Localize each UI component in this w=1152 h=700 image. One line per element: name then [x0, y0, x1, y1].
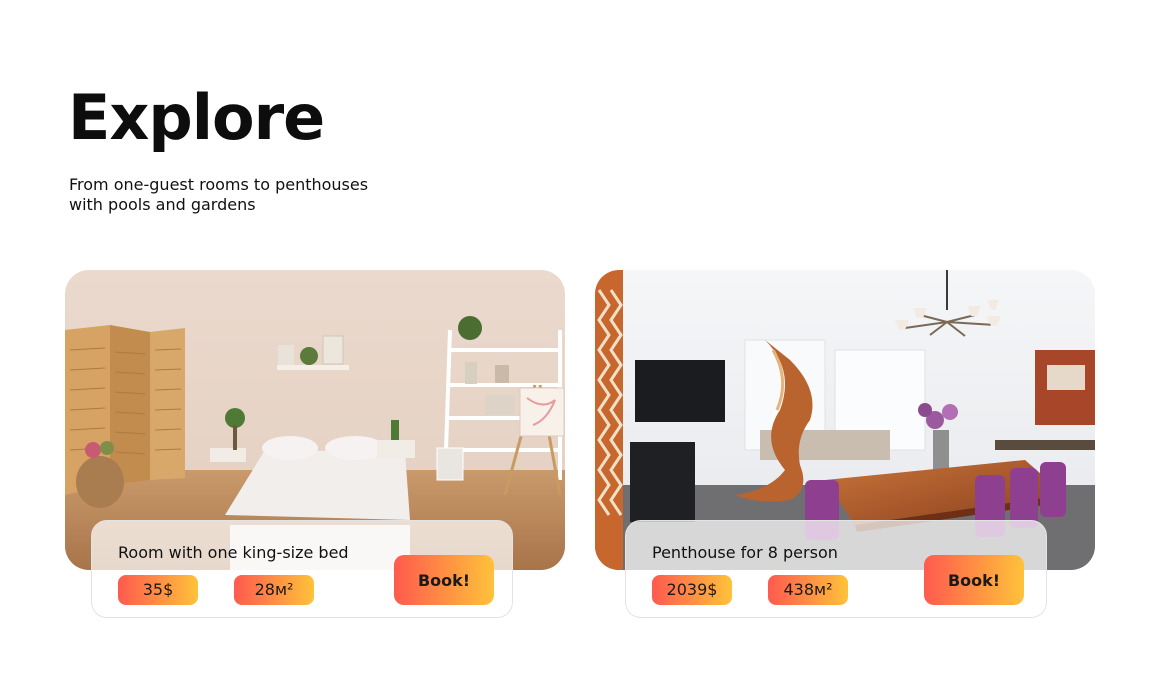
book-button[interactable]: Book! [924, 555, 1024, 605]
area-badge: 28м² [234, 575, 314, 605]
explore-page: Explore From one-guest rooms to penthous… [0, 0, 1152, 700]
room-card-penthouse: Penthouse for 8 person 2039$ 438м² Book! [595, 270, 1095, 620]
area-badge: 438м² [768, 575, 848, 605]
price-badge: 35$ [118, 575, 198, 605]
price-badge: 2039$ [652, 575, 732, 605]
page-title: Explore [68, 81, 325, 154]
room-info-panel: Penthouse for 8 person 2039$ 438м² Book! [625, 520, 1047, 618]
room-name: Room with one king-size bed [118, 543, 349, 562]
book-button[interactable]: Book! [394, 555, 494, 605]
room-card-king-bed: Room with one king-size bed 35$ 28м² Boo… [65, 270, 565, 620]
page-subtitle: From one-guest rooms to penthouses with … [69, 175, 369, 214]
room-info-panel: Room with one king-size bed 35$ 28м² Boo… [91, 520, 513, 618]
room-name: Penthouse for 8 person [652, 543, 838, 562]
